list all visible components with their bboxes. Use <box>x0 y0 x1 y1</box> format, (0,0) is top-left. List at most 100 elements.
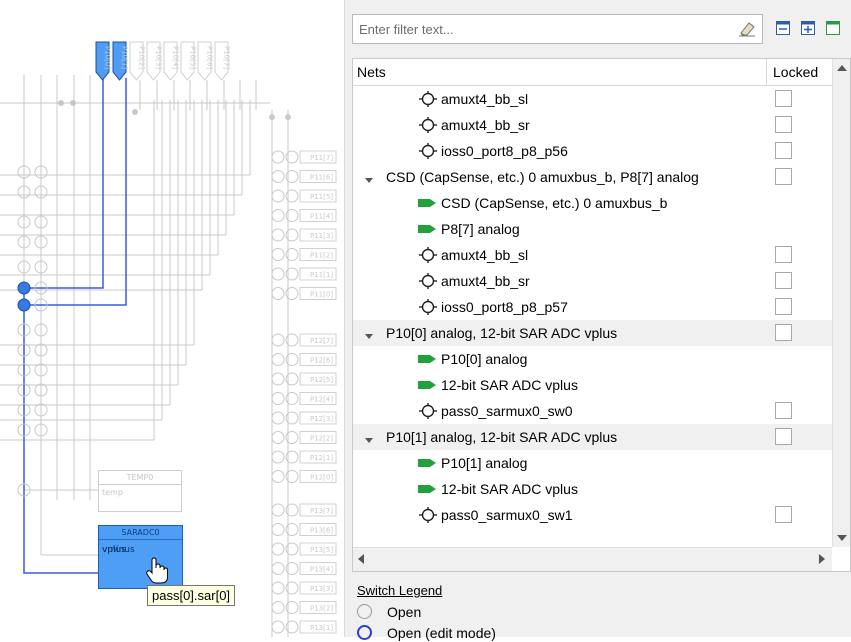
toolbar-more-icon[interactable] <box>825 20 841 36</box>
saradc-block-title: SARADC0 <box>99 526 182 540</box>
net-row[interactable]: amuxt4_bb_sl <box>353 86 832 112</box>
net-label: CSD (CapSense, etc.) 0 amuxbus_b <box>441 195 668 211</box>
temp-block[interactable]: TEMP0 temp <box>98 470 182 512</box>
net-row[interactable]: amuxt4_bb_sr <box>353 268 832 294</box>
side-pin-p131[interactable]: P13[1] <box>271 620 337 634</box>
filter-input[interactable] <box>353 15 740 43</box>
side-pin-p127[interactable]: P12[7] <box>271 333 337 347</box>
switch-closed-icon[interactable] <box>17 298 31 312</box>
svg-text:P10[3]: P10[3] <box>155 46 163 69</box>
net-row[interactable]: amuxt4_bb_sr <box>353 112 832 138</box>
net-row[interactable]: ioss0_port8_p8_p56 <box>353 138 832 164</box>
locked-checkbox[interactable] <box>775 402 792 419</box>
net-row[interactable]: P10[1] analog <box>353 450 832 476</box>
eraser-icon[interactable] <box>738 21 756 37</box>
net-row[interactable]: CSD (CapSense, etc.) 0 amuxbus_b <box>353 190 832 216</box>
svg-text:P13[2]: P13[2] <box>310 605 333 613</box>
collapse-all-icon[interactable] <box>775 20 791 36</box>
side-pin-p124[interactable]: P12[4] <box>271 392 337 405</box>
switch-icon <box>419 247 437 263</box>
side-pin-p117[interactable]: P11[7] <box>271 150 337 164</box>
svg-text:P10[7]: P10[7] <box>223 46 231 69</box>
port-pin-p100[interactable]: P10[0] <box>95 41 112 81</box>
net-row[interactable]: P8[7] analog <box>353 216 832 242</box>
side-pin-p133[interactable]: P13[3] <box>271 581 337 595</box>
net-group-row[interactable]: P10[0] analog, 12-bit SAR ADC vplus <box>353 320 832 346</box>
side-pin-p121[interactable]: P12[1] <box>271 450 337 464</box>
scroll-down-arrow-icon[interactable] <box>837 535 847 541</box>
side-pin-p110[interactable]: P11[0] <box>271 287 337 300</box>
nets-panel: Nets Locked amuxt4_bb_slamuxt4_bb_srioss… <box>347 0 851 641</box>
tooltip: pass[0].sar[0] <box>147 585 236 606</box>
vertical-scrollbar[interactable] <box>832 59 850 547</box>
side-pin-p132[interactable]: P13[2] <box>271 601 337 614</box>
svg-text:P11[6]: P11[6] <box>310 174 333 182</box>
locked-checkbox[interactable] <box>775 246 792 263</box>
locked-checkbox[interactable] <box>775 142 792 159</box>
port-pin-p101[interactable]: P10[1] <box>112 41 129 81</box>
switch-icon <box>419 117 437 133</box>
scroll-left-arrow-icon[interactable] <box>358 554 364 564</box>
net-row[interactable]: 12-bit SAR ADC vplus <box>353 476 832 502</box>
net-label: P8[7] analog <box>441 221 520 237</box>
locked-checkbox[interactable] <box>775 324 792 341</box>
port-pin-p106[interactable]: P10[6] <box>197 41 214 81</box>
scroll-up-arrow-icon[interactable] <box>837 65 847 71</box>
side-pin-p111[interactable]: P11[1] <box>271 267 337 281</box>
column-header-locked[interactable]: Locked <box>768 59 832 85</box>
side-pin-p113[interactable]: P11[3] <box>271 228 337 242</box>
locked-checkbox[interactable] <box>775 298 792 315</box>
switch-icon <box>419 299 437 315</box>
side-pin-p136[interactable]: P13[6] <box>271 523 337 536</box>
side-pin-p120[interactable]: P12[0] <box>271 470 337 483</box>
column-header-nets[interactable]: Nets <box>353 59 767 85</box>
side-pin-p125[interactable]: P12[5] <box>271 372 337 386</box>
horizontal-scrollbar[interactable] <box>353 547 832 571</box>
terminal-arrow-icon <box>417 351 436 367</box>
side-pin-p115[interactable]: P11[5] <box>271 189 337 203</box>
saradc-port-vplus[interactable]: vplus <box>99 540 344 566</box>
locked-checkbox[interactable] <box>775 428 792 445</box>
port-pin-p105[interactable]: P10[5] <box>180 41 197 81</box>
expand-all-icon[interactable] <box>800 20 816 36</box>
saradc-block[interactable]: SARADC0 vminus vplus <box>98 525 183 589</box>
switch-closed-icon[interactable] <box>17 281 31 295</box>
expanded-caret-icon[interactable] <box>365 173 373 183</box>
locked-checkbox[interactable] <box>775 90 792 107</box>
svg-text:P11[7]: P11[7] <box>310 154 333 162</box>
net-group-row[interactable]: CSD (CapSense, etc.) 0 amuxbus_b, P8[7] … <box>353 164 832 190</box>
side-pin-p126[interactable]: P12[6] <box>271 353 337 366</box>
side-pin-p122[interactable]: P12[2] <box>271 431 337 444</box>
port-pin-p104[interactable]: P10[4] <box>163 41 180 81</box>
switch-icon <box>419 507 437 523</box>
net-row[interactable]: P10[0] analog <box>353 346 832 372</box>
net-group-row[interactable]: P10[1] analog, 12-bit SAR ADC vplus <box>353 424 832 450</box>
expanded-caret-icon[interactable] <box>365 329 373 339</box>
routing-canvas[interactable]: P10[0] P10[1] P10[2] P10[3] P10[4] P10[5] P10[… <box>0 0 344 637</box>
svg-text:P11[1]: P11[1] <box>310 271 333 279</box>
net-row[interactable]: pass0_sarmux0_sw0 <box>353 398 832 424</box>
legend-label-open-edit: Open (edit mode) <box>387 625 496 641</box>
side-pin-p116[interactable]: P11[6] <box>271 170 337 183</box>
svg-text:P13[3]: P13[3] <box>310 585 333 593</box>
net-row[interactable]: 12-bit SAR ADC vplus <box>353 372 832 398</box>
net-row[interactable]: amuxt4_bb_sl <box>353 242 832 268</box>
net-label: P10[1] analog <box>441 455 528 471</box>
locked-checkbox[interactable] <box>775 168 792 185</box>
port-pin-p102[interactable]: P10[2] <box>129 41 146 81</box>
port-pin-p103[interactable]: P10[3] <box>146 41 163 81</box>
net-row[interactable]: ioss0_port8_p8_p57 <box>353 294 832 320</box>
locked-checkbox[interactable] <box>775 272 792 289</box>
locked-checkbox[interactable] <box>775 506 792 523</box>
side-pin-p112[interactable]: P11[2] <box>271 248 337 261</box>
expanded-caret-icon[interactable] <box>365 433 373 443</box>
svg-text:P10[4]: P10[4] <box>172 46 180 69</box>
svg-text:P12[5]: P12[5] <box>310 376 333 384</box>
locked-checkbox[interactable] <box>775 116 792 133</box>
side-pin-p123[interactable]: P12[3] <box>271 411 337 425</box>
port-pin-p107[interactable]: P10[7] <box>214 41 231 81</box>
side-pin-p114[interactable]: P11[4] <box>271 209 337 222</box>
scroll-right-arrow-icon[interactable] <box>819 554 825 564</box>
net-row[interactable]: pass0_sarmux0_sw1 <box>353 502 832 528</box>
temp-port: temp <box>102 488 123 497</box>
